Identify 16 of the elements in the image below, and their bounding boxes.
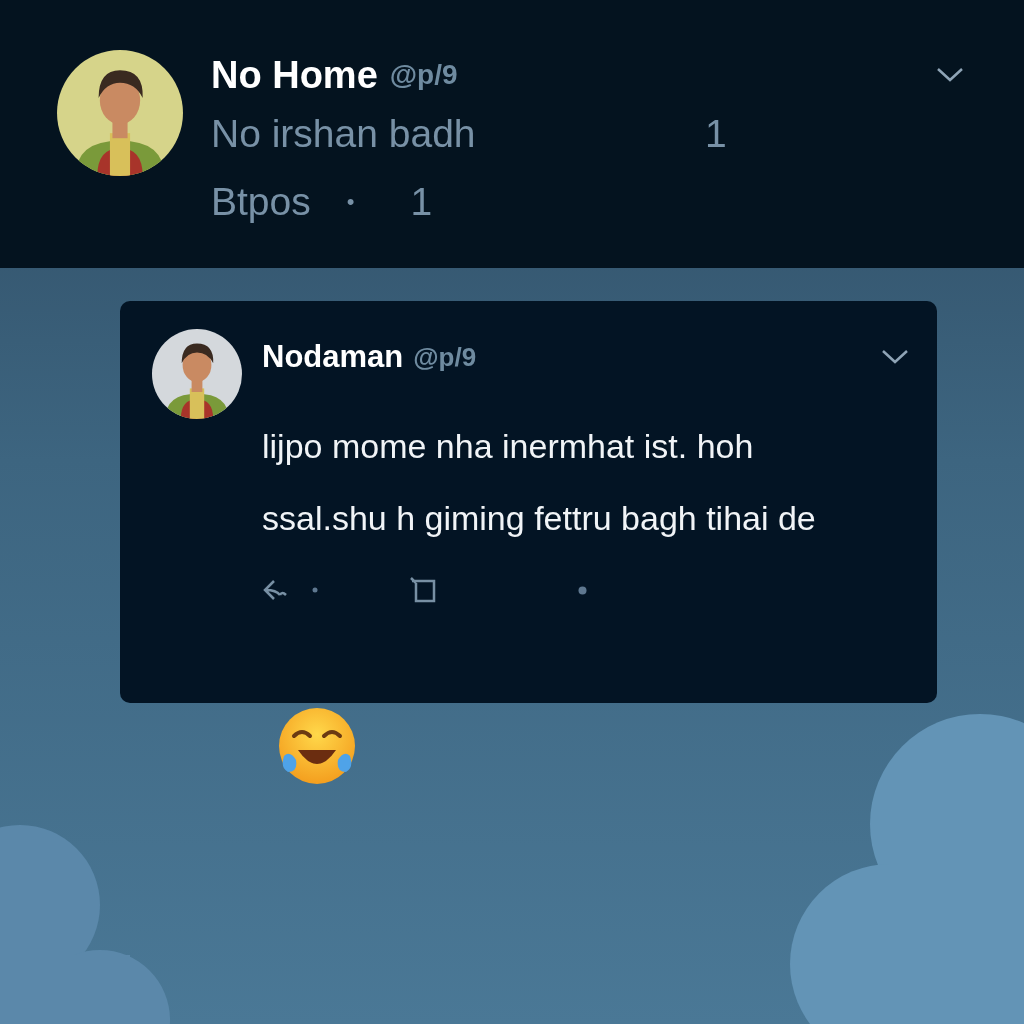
- user-name: No Home: [211, 53, 378, 97]
- user-handle: @p/9: [389, 59, 458, 91]
- separator-dot: •: [346, 189, 355, 215]
- stat-label: Btpos: [211, 180, 311, 224]
- post-text: lijpo mome nha inermhat ist. hoh: [262, 426, 755, 467]
- dot-icon: [578, 585, 587, 595]
- user-handle: @p/9: [413, 341, 477, 373]
- subtitle-text: No irshan badh: [211, 112, 477, 156]
- user-name: Nodaman: [262, 339, 404, 375]
- laughing-emoji-icon: [276, 706, 358, 786]
- count-text: 1: [410, 180, 433, 224]
- dot-icon: [312, 587, 318, 593]
- count-text: 1: [705, 112, 727, 156]
- post-text: ssal.shu h giming fettru bagh tihai de: [262, 498, 817, 539]
- chevron-down-icon[interactable]: [881, 349, 909, 365]
- chevron-down-icon[interactable]: [936, 67, 964, 83]
